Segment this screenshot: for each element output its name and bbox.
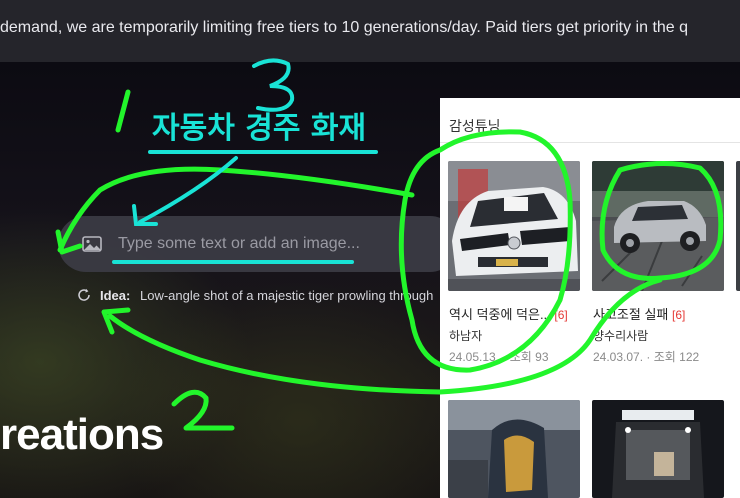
comment-count: [6] [672, 308, 686, 322]
refresh-icon[interactable] [76, 287, 92, 303]
panel-title: 감성튜닝 [449, 118, 501, 134]
creations-heading: reations [0, 410, 164, 459]
banner-text: demand, we are temporarily limiting free… [0, 19, 689, 36]
idea-row[interactable]: Idea: Low-angle shot of a majestic tiger… [76, 286, 446, 306]
prompt-input[interactable] [118, 232, 438, 256]
card-author[interactable]: 양수리사람 [593, 327, 648, 344]
card-meta: 24.05.13. · 조회 93 [449, 350, 549, 364]
card-thumbnail[interactable] [736, 161, 740, 291]
card-views-label: 조회 [509, 350, 532, 364]
image-icon[interactable] [82, 236, 102, 252]
card-author[interactable]: 하남자 [449, 327, 482, 344]
panel-divider [440, 142, 740, 143]
idea-label: Idea: [100, 288, 131, 303]
card-title[interactable]: 역시 덕중에 덕은... [6] [449, 304, 568, 323]
card-views-label: 조회 [653, 350, 676, 364]
card-thumbnail[interactable] [448, 161, 580, 291]
card-views: 93 [535, 350, 549, 364]
card-thumbnail[interactable] [592, 400, 724, 498]
card-thumbnail[interactable] [448, 400, 580, 498]
card-title-text[interactable]: 사고조절 실패 [593, 307, 668, 322]
card-views: 122 [679, 350, 700, 364]
idea-text[interactable]: Low-angle shot of a majestic tiger prowl… [140, 288, 433, 303]
card-meta: 24.03.07. · 조회 122 [593, 350, 700, 364]
card-title-text[interactable]: 역시 덕중에 덕은... [449, 307, 551, 322]
card-title[interactable]: 사고조절 실패 [6] [593, 304, 685, 323]
comment-count: [6] [554, 308, 568, 322]
card-date: 24.05.13. [449, 350, 500, 364]
rate-limit-banner: demand, we are temporarily limiting free… [0, 0, 740, 62]
community-panel: 감성튜닝 역시 덕중에 덕은... [6] 하남자 24.05.13. · 조회… [440, 98, 740, 498]
card-thumbnail[interactable] [592, 161, 724, 291]
card-date: 24.03.07. [593, 350, 644, 364]
